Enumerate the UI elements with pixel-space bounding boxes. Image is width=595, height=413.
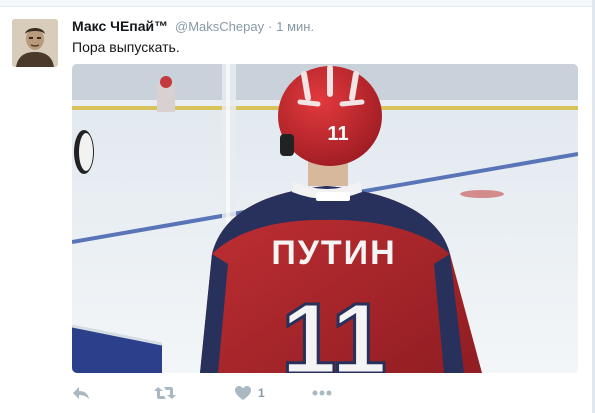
retweet-icon	[154, 387, 176, 399]
like-count: 1	[258, 386, 265, 400]
avatar[interactable]	[12, 19, 58, 67]
hockey-player-photo: 11 ПУТИН 11	[72, 64, 578, 373]
like-button[interactable]: 1	[234, 381, 265, 405]
username[interactable]: @MaksChepay	[175, 19, 264, 34]
tweet-text: Пора выпускать.	[72, 39, 180, 55]
separator-dot: ·	[268, 19, 273, 34]
more-button[interactable]	[312, 381, 332, 405]
reply-icon	[73, 387, 89, 399]
tweet-actions: 1	[72, 381, 492, 405]
page-top-border	[0, 0, 595, 7]
jersey-number: 11	[281, 283, 387, 373]
tweet-photo[interactable]: 11 ПУТИН 11	[72, 64, 578, 373]
helmet-number: 11	[327, 123, 348, 145]
timestamp-link[interactable]: 1 мин.	[276, 19, 314, 34]
avatar-image	[12, 19, 58, 67]
reply-button[interactable]	[72, 381, 90, 405]
tweet: Макс ЧЕпай™ @MaksChepay · 1 мин. Пора вы…	[0, 7, 592, 413]
heart-icon	[235, 386, 251, 400]
jersey-name: ПУТИН	[271, 234, 396, 272]
tweet-header: Макс ЧЕпай™ @MaksChepay · 1 мин.	[72, 17, 314, 36]
more-dots-icon	[312, 390, 332, 396]
retweet-button[interactable]	[154, 381, 176, 405]
display-name[interactable]: Макс ЧЕпай™	[72, 18, 168, 34]
